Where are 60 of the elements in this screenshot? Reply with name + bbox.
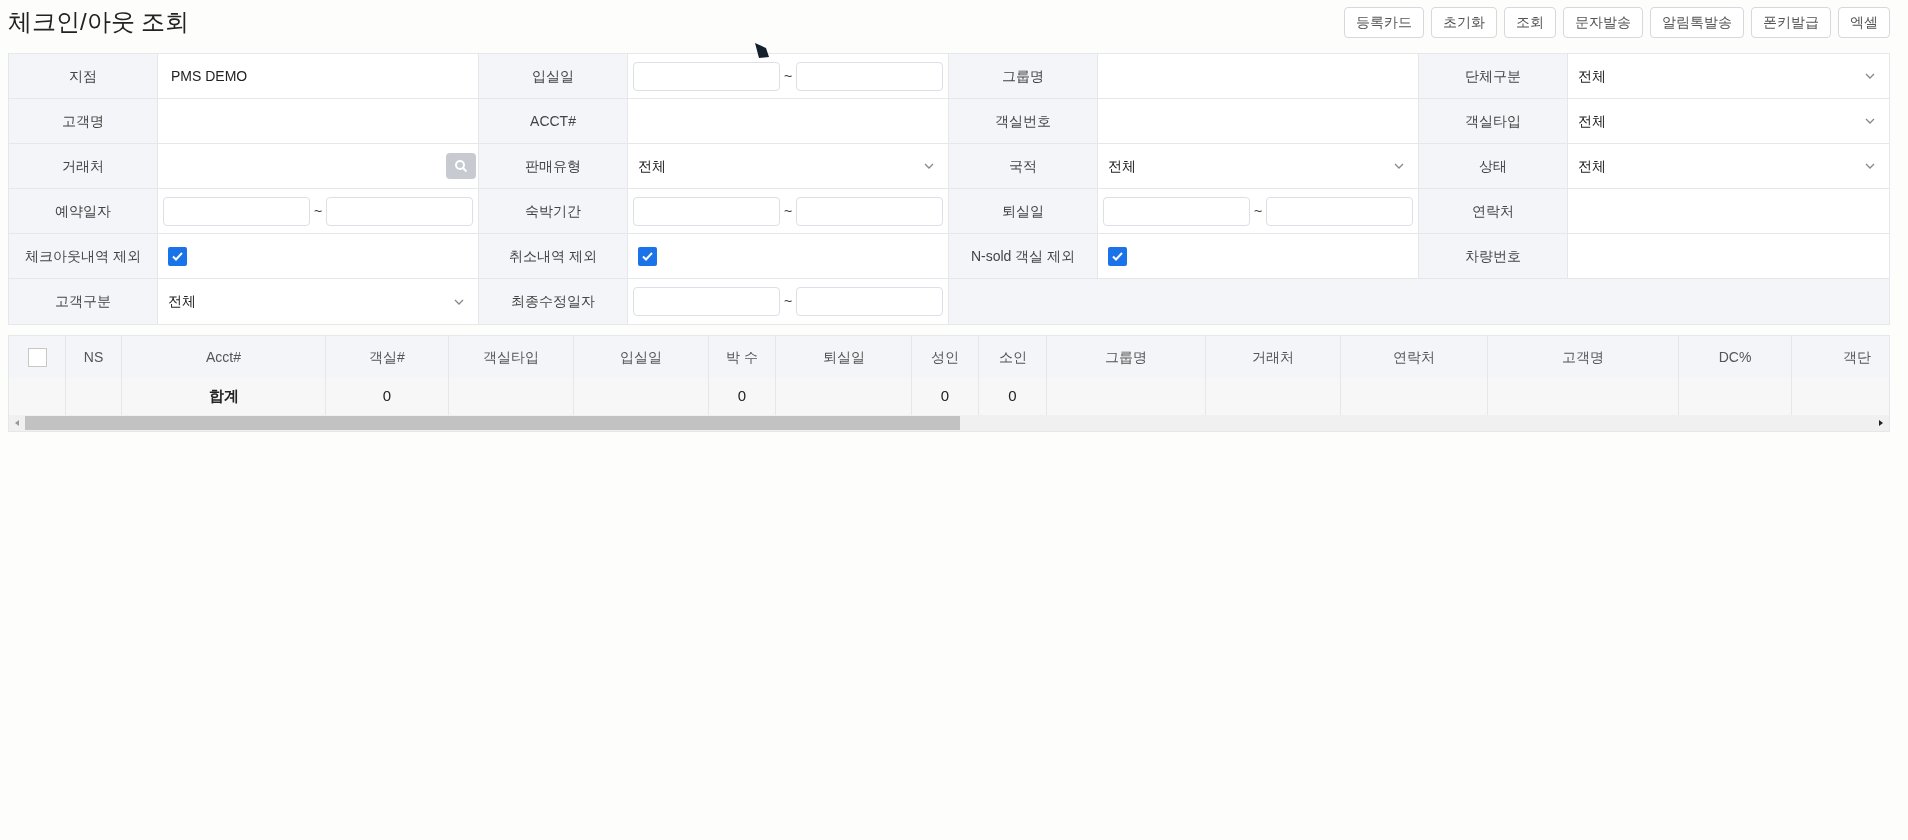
field-label: 판매유형 [525, 156, 581, 176]
date-input-field[interactable] [1266, 196, 1413, 226]
search-button[interactable] [446, 153, 476, 179]
checkbox[interactable] [638, 246, 657, 266]
date-input-field[interactable] [1103, 196, 1250, 226]
date-input-field[interactable] [633, 196, 780, 226]
field-label: 숙박기간 [525, 201, 581, 221]
range-separator: ~ [313, 201, 323, 221]
toolbar-button[interactable]: 폰키발급 [1751, 6, 1831, 38]
date-input-field[interactable] [326, 196, 473, 226]
date-input-field[interactable] [796, 196, 943, 226]
checkbox[interactable] [27, 347, 47, 367]
field-label: 최종수정일자 [511, 292, 595, 311]
table-cell-text: 합계 [208, 386, 239, 407]
toolbar-button[interactable]: 알림톡발송 [1650, 6, 1744, 38]
date-input-field[interactable] [796, 287, 943, 316]
table-cell-text: 0 [940, 386, 950, 407]
field-label: 고객명 [62, 111, 104, 131]
field-label: 상태 [1479, 156, 1507, 176]
field-label: 고객구분 [55, 292, 111, 311]
date-input-field[interactable] [633, 61, 780, 91]
field-label: 객실타입 [1465, 111, 1521, 131]
search-icon [454, 159, 468, 173]
date-input-field[interactable] [796, 61, 943, 91]
field-label: 지점 [69, 66, 97, 86]
table-cell-text: 0 [382, 386, 392, 407]
horizontal-scrollbar[interactable] [9, 415, 1889, 431]
field-label: 체크아웃내역 제외 [25, 246, 141, 266]
date-input-field[interactable] [633, 287, 780, 316]
field-label: 취소내역 제외 [509, 246, 597, 266]
range-separator: ~ [783, 66, 793, 86]
page-title: 체크인/아웃 조회 [8, 7, 190, 37]
field-label: 입실일 [532, 66, 574, 86]
checkbox[interactable] [168, 246, 187, 266]
field-label: 퇴실일 [1002, 201, 1044, 221]
field-label: 국적 [1009, 156, 1037, 176]
table-cell-text: 0 [1008, 386, 1017, 407]
field-label: 거래처 [62, 156, 104, 176]
toolbar-button[interactable]: 조회 [1504, 6, 1556, 38]
field-label: 예약일자 [55, 201, 111, 221]
range-separator: ~ [783, 201, 793, 221]
toolbar-button[interactable]: 문자발송 [1563, 6, 1643, 38]
checkbox[interactable] [1108, 246, 1127, 266]
field-value: PMS DEMO [171, 66, 248, 86]
table-cell-text: 0 [737, 386, 747, 407]
toolbar-button[interactable]: 엑셀 [1838, 6, 1890, 38]
toolbar-button[interactable]: 초기화 [1431, 6, 1497, 38]
toolbar-button[interactable]: 등록카드 [1344, 6, 1424, 38]
date-input-field[interactable] [163, 196, 310, 226]
field-label: 그룹명 [1002, 66, 1044, 86]
field-label: 객실번호 [995, 111, 1051, 131]
field-label: 차량번호 [1465, 246, 1521, 266]
scrollbar-thumb[interactable] [25, 416, 960, 430]
field-label: 단체구분 [1465, 66, 1521, 86]
field-label: 연락처 [1472, 201, 1514, 221]
range-separator: ~ [783, 292, 793, 311]
cursor-icon [754, 42, 770, 60]
range-separator: ~ [1253, 201, 1263, 221]
field-label: ACCT# [530, 111, 576, 131]
field-label: N-sold 객실 제외 [970, 246, 1076, 266]
